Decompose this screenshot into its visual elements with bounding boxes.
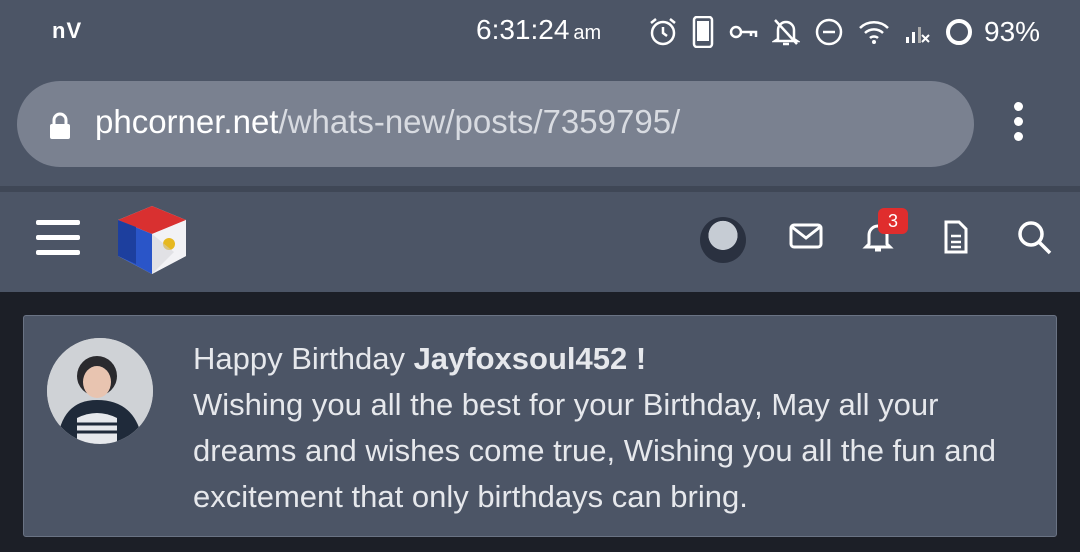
clock-time: 6:31:24 xyxy=(476,14,570,45)
do-not-disturb-icon xyxy=(815,18,843,46)
greeting-text: Happy Birthday xyxy=(193,341,414,376)
battery-percent: 93% xyxy=(984,16,1041,47)
battery-ring-icon xyxy=(946,19,972,45)
url-text: phcorner.net/whats-new/posts/7359795/ xyxy=(95,103,680,141)
phone-icon xyxy=(692,16,714,48)
notifications-off-icon xyxy=(772,19,800,46)
vpn-key-icon xyxy=(729,25,758,39)
wifi-icon xyxy=(859,21,889,44)
address-bar[interactable]: phcorner.net/whats-new/posts/7359795/ xyxy=(17,81,974,167)
clock: 6:31:24 am xyxy=(476,14,601,46)
status-icons: 93% xyxy=(648,14,1040,50)
browser-menu-icon[interactable] xyxy=(1008,102,1028,148)
status-bar: nV 6:31:24 am 93% xyxy=(0,0,1080,64)
browser-toolbar: phcorner.net/whats-new/posts/7359795/ xyxy=(0,64,1080,186)
clock-ampm: am xyxy=(573,22,602,44)
url-domain: phcorner.net xyxy=(95,103,279,140)
carrier-label: nV xyxy=(52,18,83,43)
avatar-image xyxy=(47,338,153,444)
search-icon[interactable] xyxy=(1017,220,1053,256)
post-body: Happy Birthday Jayfoxsoul452 ! Wishing y… xyxy=(193,336,1043,520)
signal-icon xyxy=(906,27,930,43)
site-header: 3 xyxy=(0,192,1080,292)
user-avatar[interactable] xyxy=(700,217,746,263)
birthday-post-card: Happy Birthday Jayfoxsoul452 ! Wishing y… xyxy=(23,315,1057,537)
mail-icon[interactable] xyxy=(789,222,823,250)
alarm-icon xyxy=(650,18,676,46)
menu-icon[interactable] xyxy=(36,220,80,256)
poster-avatar[interactable] xyxy=(47,338,153,444)
username-link[interactable]: Jayfoxsoul452 ! xyxy=(414,341,647,376)
site-logo[interactable] xyxy=(114,204,190,278)
document-icon[interactable] xyxy=(943,220,969,254)
lock-icon xyxy=(50,112,70,139)
notification-badge: 3 xyxy=(878,208,908,234)
url-path: /whats-new/posts/7359795/ xyxy=(278,103,681,140)
post-message: Wishing you all the best for your Birthd… xyxy=(193,387,996,514)
